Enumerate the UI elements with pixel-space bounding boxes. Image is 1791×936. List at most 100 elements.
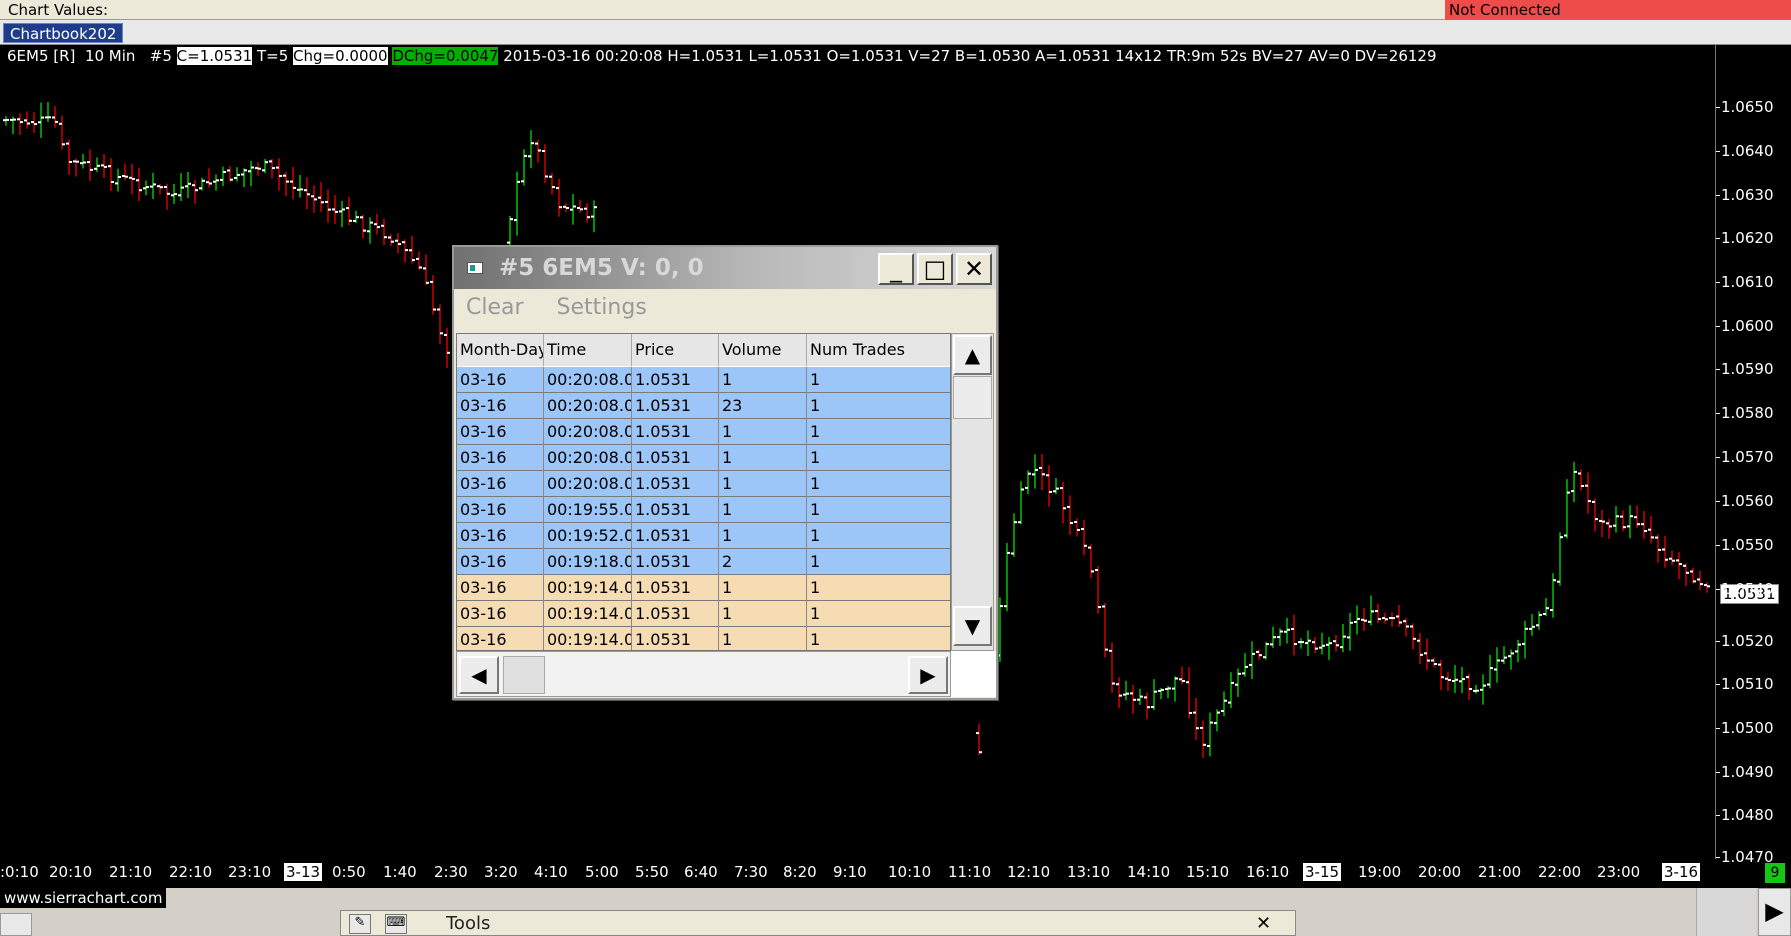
scroll-right-icon[interactable]: ▶ — [908, 656, 948, 694]
connection-status[interactable]: Not Connected — [1445, 0, 1791, 20]
price-bar — [1340, 624, 1346, 653]
column-header[interactable]: Num Trades — [807, 334, 950, 366]
price-bar — [1641, 511, 1647, 539]
table-row[interactable]: 03-1600:20:08.001.053111 — [457, 367, 950, 393]
table-cell: 03-16 — [457, 445, 544, 471]
price-bar — [1284, 617, 1290, 644]
time-label: 20:10 — [49, 863, 93, 881]
tab-chartbook202[interactable]: Chartbook202 — [3, 23, 124, 43]
pencil-icon[interactable]: ✎ — [349, 914, 371, 934]
daily-change-value: DChg=0.0047 — [392, 47, 499, 65]
time-label: 3-13 — [284, 863, 323, 881]
price-bar — [1508, 649, 1514, 670]
menu-settings[interactable]: Settings — [557, 295, 647, 320]
maximize-icon[interactable]: □ — [917, 253, 953, 285]
menu-clear[interactable]: Clear — [466, 295, 524, 320]
time-label: 20:00 — [1418, 863, 1462, 881]
table-hscroll[interactable]: ◀ ▶ — [456, 651, 951, 697]
table-row[interactable]: 03-1600:20:08.001.053111 — [457, 419, 950, 445]
price-bar — [1382, 612, 1388, 624]
price-bar — [10, 116, 16, 135]
table-cell: 1 — [719, 445, 807, 471]
table-row[interactable]: 03-16 00:19:52.0 1.0531 1 1 — [457, 523, 950, 549]
column-header[interactable]: Price — [632, 334, 719, 366]
price-bar — [1298, 638, 1304, 649]
table-row[interactable]: 03-1600:19:14.001.053111 — [457, 575, 950, 601]
price-bar — [1592, 498, 1598, 532]
table-cell: 1 — [807, 627, 950, 650]
price-bar — [388, 234, 394, 246]
price-bar — [976, 723, 982, 755]
table-row[interactable]: 03-1600:19:14.001.053111 — [457, 627, 950, 650]
time-label: 10:10 — [888, 863, 932, 881]
table-cell: 1.0531 — [632, 445, 719, 471]
tools-close-icon[interactable]: ✕ — [1256, 913, 1271, 934]
price-scale[interactable]: 1.0531 1.0650 1.0640 1.0630 1.0620 1.0610 1.0… — [1716, 45, 1791, 866]
scroll-up-icon[interactable]: ▲ — [953, 335, 992, 375]
time-and-sales-window[interactable]: #5 6EM5 V: 0, 0 _ □ ✕ Clear Settings Mon… — [452, 245, 998, 700]
table-cell: 1 — [807, 471, 950, 497]
price-label: 1.0650 — [1721, 98, 1774, 116]
column-header[interactable]: Month-Day — [457, 334, 544, 366]
price-bar — [1060, 481, 1066, 524]
price-bar — [80, 153, 86, 169]
table-row[interactable]: 03-1600:20:08.001.0531231 — [457, 393, 950, 419]
price-bar — [535, 139, 541, 163]
price-bar — [1599, 509, 1605, 538]
table-cell: 1 — [807, 601, 950, 627]
time-scale[interactable]: :0:10 20:10 21:10 22:10 23:10 3-13 0:50 1:40 2:3… — [0, 859, 1716, 888]
price-label: 1.0570 — [1721, 448, 1774, 466]
table-row[interactable]: 03-1600:20:08.001.053111 — [457, 445, 950, 471]
time-label: 3-15 — [1303, 863, 1342, 881]
ticks-value: T=5 — [256, 47, 289, 65]
time-label: 23:00 — [1597, 863, 1641, 881]
scroll-down-icon[interactable]: ▼ — [953, 606, 992, 646]
trades-table[interactable]: Month-Day Time Price Volume Num Trades 03-16… — [456, 333, 951, 651]
chart-hscroll-track[interactable] — [1696, 888, 1756, 936]
tools-label[interactable]: Tools — [446, 913, 490, 934]
price-bar — [1116, 677, 1122, 708]
price-label: 1.0580 — [1721, 404, 1774, 422]
table-row[interactable]: 03-16 00:19:18.0 1.0531 2 1 — [457, 549, 950, 575]
table-cell: 1 — [719, 575, 807, 601]
column-header[interactable]: Time — [544, 334, 632, 366]
price-bar — [1480, 674, 1486, 705]
table-vscroll[interactable]: ▲ ▼ — [951, 333, 994, 651]
price-bar — [1193, 697, 1199, 740]
time-label: 5:00 — [585, 863, 619, 881]
table-cell: 1 — [807, 393, 950, 419]
price-bar — [1347, 613, 1353, 651]
scroll-left-icon[interactable]: ◀ — [459, 656, 499, 694]
price-bar — [360, 214, 366, 239]
price-bar — [1144, 692, 1150, 720]
price-bar — [1025, 470, 1031, 495]
hscroll-thumb[interactable] — [503, 656, 545, 694]
price-bar — [122, 163, 128, 181]
price-label: 1.0600 — [1721, 317, 1774, 335]
price-bar — [1032, 454, 1038, 489]
time-label: 22:00 — [1538, 863, 1582, 881]
table-row[interactable]: 03-16 00:19:55.0 1.0531 1 1 — [457, 497, 950, 523]
table-row[interactable]: 03-16 00:20:08.0 1.0531 1 1 — [457, 471, 950, 497]
minimize-icon[interactable]: _ — [878, 253, 914, 285]
table-row[interactable]: 03-1600:19:14.001.053111 — [457, 601, 950, 627]
price-bar — [1417, 633, 1423, 664]
price-bar — [591, 200, 597, 233]
column-header[interactable]: Volume — [719, 334, 807, 366]
keyboard-icon[interactable]: ⌨ — [385, 914, 407, 934]
table-cell: 1 — [807, 419, 950, 445]
corner-indicator[interactable]: 9 — [1765, 863, 1785, 883]
vscroll-thumb[interactable] — [953, 376, 992, 419]
price-bar — [318, 182, 324, 213]
table-cell: 03-16 — [457, 627, 544, 650]
dialog-titlebar[interactable]: #5 6EM5 V: 0, 0 _ □ ✕ — [454, 247, 996, 289]
table-cell: 03-16 — [457, 549, 544, 575]
chart-scroll-left-button[interactable] — [0, 913, 32, 936]
price-bar — [297, 175, 303, 198]
price-tick — [1716, 641, 1720, 642]
chart-number: #5 — [149, 47, 172, 65]
close-icon[interactable]: ✕ — [956, 253, 992, 285]
price-bar — [38, 102, 44, 138]
price-bar — [1620, 510, 1626, 532]
scroll-right-icon[interactable]: ▶ — [1758, 888, 1791, 936]
